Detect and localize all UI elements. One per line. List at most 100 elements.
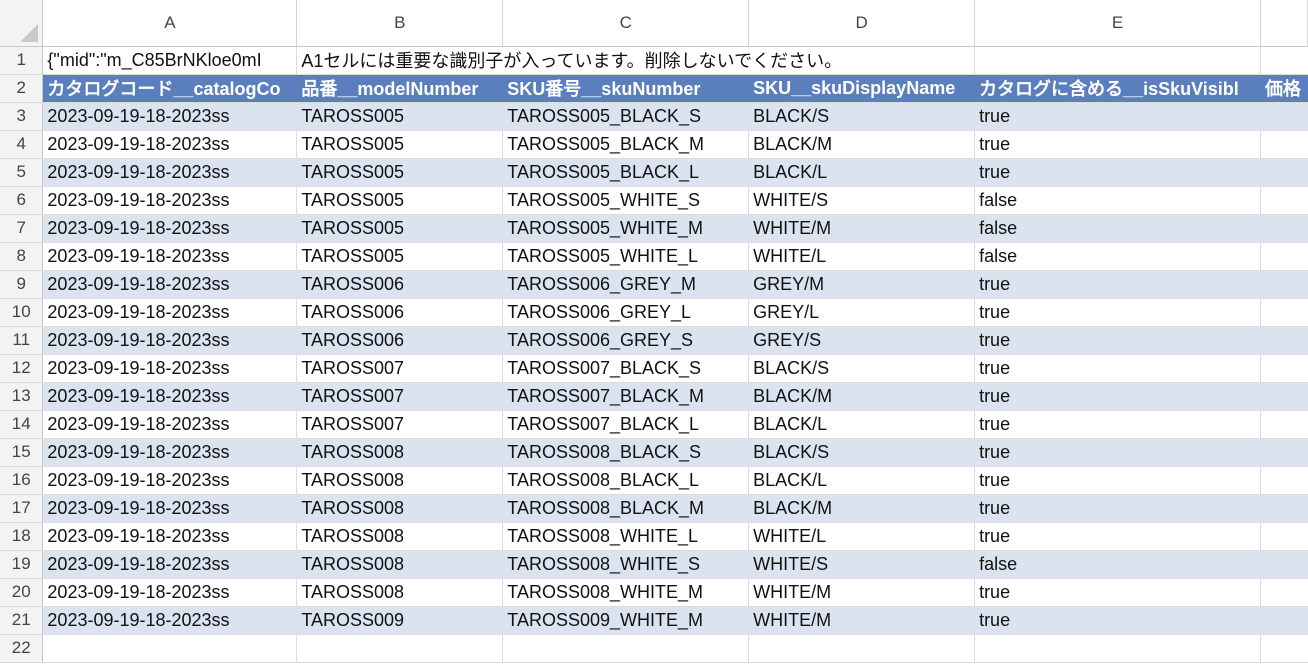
row-header[interactable]: 14: [0, 410, 44, 439]
cell-b2[interactable]: 品番__modelNumber: [296, 74, 504, 103]
cell-b22[interactable]: [296, 634, 504, 663]
row-header[interactable]: 7: [0, 214, 44, 243]
row-header[interactable]: 15: [0, 438, 44, 467]
row-header[interactable]: 3: [0, 102, 44, 131]
cell-e8[interactable]: false: [974, 242, 1261, 271]
row-header[interactable]: 17: [0, 494, 44, 523]
cell-c2[interactable]: SKU番号__skuNumber: [502, 74, 750, 103]
cell-a18[interactable]: 2023-09-19-18-2023ss: [42, 522, 298, 551]
row-header[interactable]: 19: [0, 550, 44, 579]
cell-d20[interactable]: WHITE/M: [748, 578, 976, 607]
cell-d12[interactable]: BLACK/S: [748, 354, 976, 383]
cell-b9[interactable]: TAROSS006: [296, 270, 504, 299]
row-header[interactable]: 1: [0, 46, 44, 75]
cell-e20[interactable]: true: [974, 578, 1261, 607]
row-header[interactable]: 16: [0, 466, 44, 495]
cell-b7[interactable]: TAROSS005: [296, 214, 504, 243]
cell-b20[interactable]: TAROSS008: [296, 578, 504, 607]
cell-a14[interactable]: 2023-09-19-18-2023ss: [42, 410, 298, 439]
cell-e1[interactable]: [974, 46, 1261, 75]
cell-e18[interactable]: true: [974, 522, 1261, 551]
row-header[interactable]: 13: [0, 382, 44, 411]
cell-a15[interactable]: 2023-09-19-18-2023ss: [42, 438, 298, 467]
cell-c15[interactable]: TAROSS008_BLACK_S: [502, 438, 750, 467]
cell-d6[interactable]: WHITE/S: [748, 186, 976, 215]
cell-f12[interactable]: [1260, 354, 1308, 383]
cell-b17[interactable]: TAROSS008: [296, 494, 504, 523]
row-header[interactable]: 20: [0, 578, 44, 607]
cell-f11[interactable]: [1260, 326, 1308, 355]
cell-c8[interactable]: TAROSS005_WHITE_L: [502, 242, 750, 271]
cell-c10[interactable]: TAROSS006_GREY_L: [502, 298, 750, 327]
cell-a19[interactable]: 2023-09-19-18-2023ss: [42, 550, 298, 579]
cell-d2[interactable]: SKU__skuDisplayName: [748, 74, 976, 103]
cell-a10[interactable]: 2023-09-19-18-2023ss: [42, 298, 298, 327]
cell-f22[interactable]: [1260, 634, 1308, 663]
cell-d21[interactable]: WHITE/M: [748, 606, 976, 635]
cell-c13[interactable]: TAROSS007_BLACK_M: [502, 382, 750, 411]
cell-c20[interactable]: TAROSS008_WHITE_M: [502, 578, 750, 607]
cell-a17[interactable]: 2023-09-19-18-2023ss: [42, 494, 298, 523]
cell-f8[interactable]: [1260, 242, 1308, 271]
cell-c11[interactable]: TAROSS006_GREY_S: [502, 326, 750, 355]
cell-c21[interactable]: TAROSS009_WHITE_M: [502, 606, 750, 635]
cell-e12[interactable]: true: [974, 354, 1261, 383]
row-header[interactable]: 2: [0, 74, 44, 103]
cell-f15[interactable]: [1260, 438, 1308, 467]
cell-f2[interactable]: 価格: [1260, 74, 1308, 103]
cell-e19[interactable]: false: [974, 550, 1261, 579]
cell-b21[interactable]: TAROSS009: [296, 606, 504, 635]
cell-b15[interactable]: TAROSS008: [296, 438, 504, 467]
cell-c14[interactable]: TAROSS007_BLACK_L: [502, 410, 750, 439]
column-header-b[interactable]: B: [296, 0, 504, 47]
cell-a4[interactable]: 2023-09-19-18-2023ss: [42, 130, 298, 159]
cell-f7[interactable]: [1260, 214, 1308, 243]
cell-b14[interactable]: TAROSS007: [296, 410, 504, 439]
cell-b4[interactable]: TAROSS005: [296, 130, 504, 159]
cell-d16[interactable]: BLACK/L: [748, 466, 976, 495]
cell-c12[interactable]: TAROSS007_BLACK_S: [502, 354, 750, 383]
row-header[interactable]: 22: [0, 634, 44, 663]
cell-a20[interactable]: 2023-09-19-18-2023ss: [42, 578, 298, 607]
cell-c6[interactable]: TAROSS005_WHITE_S: [502, 186, 750, 215]
cell-c7[interactable]: TAROSS005_WHITE_M: [502, 214, 750, 243]
cell-d5[interactable]: BLACK/L: [748, 158, 976, 187]
cell-c22[interactable]: [502, 634, 750, 663]
cell-d18[interactable]: WHITE/L: [748, 522, 976, 551]
cell-e6[interactable]: false: [974, 186, 1261, 215]
cell-e2[interactable]: カタログに含める__isSkuVisibl: [974, 74, 1261, 103]
cell-a21[interactable]: 2023-09-19-18-2023ss: [42, 606, 298, 635]
cell-e7[interactable]: false: [974, 214, 1261, 243]
cell-d22[interactable]: [748, 634, 976, 663]
cell-f5[interactable]: [1260, 158, 1308, 187]
cell-c4[interactable]: TAROSS005_BLACK_M: [502, 130, 750, 159]
column-header-e[interactable]: E: [974, 0, 1261, 47]
cell-f19[interactable]: [1260, 550, 1308, 579]
cell-b10[interactable]: TAROSS006: [296, 298, 504, 327]
cell-c16[interactable]: TAROSS008_BLACK_L: [502, 466, 750, 495]
cell-a22[interactable]: [42, 634, 298, 663]
row-header[interactable]: 8: [0, 242, 44, 271]
cell-e15[interactable]: true: [974, 438, 1261, 467]
cell-b11[interactable]: TAROSS006: [296, 326, 504, 355]
cell-e9[interactable]: true: [974, 270, 1261, 299]
cell-f13[interactable]: [1260, 382, 1308, 411]
row-header[interactable]: 9: [0, 270, 44, 299]
cell-d19[interactable]: WHITE/S: [748, 550, 976, 579]
cell-b12[interactable]: TAROSS007: [296, 354, 504, 383]
column-header-f[interactable]: [1260, 0, 1308, 47]
cell-c9[interactable]: TAROSS006_GREY_M: [502, 270, 750, 299]
cell-f3[interactable]: [1260, 102, 1308, 131]
cell-f21[interactable]: [1260, 606, 1308, 635]
cell-f18[interactable]: [1260, 522, 1308, 551]
row-header[interactable]: 21: [0, 606, 44, 635]
cell-b18[interactable]: TAROSS008: [296, 522, 504, 551]
cell-f1[interactable]: [1260, 46, 1308, 75]
row-header[interactable]: 18: [0, 522, 44, 551]
cell-d11[interactable]: GREY/S: [748, 326, 976, 355]
row-header[interactable]: 4: [0, 130, 44, 159]
cell-a16[interactable]: 2023-09-19-18-2023ss: [42, 466, 298, 495]
column-header-a[interactable]: A: [42, 0, 298, 47]
cell-d13[interactable]: BLACK/M: [748, 382, 976, 411]
cell-f14[interactable]: [1260, 410, 1308, 439]
